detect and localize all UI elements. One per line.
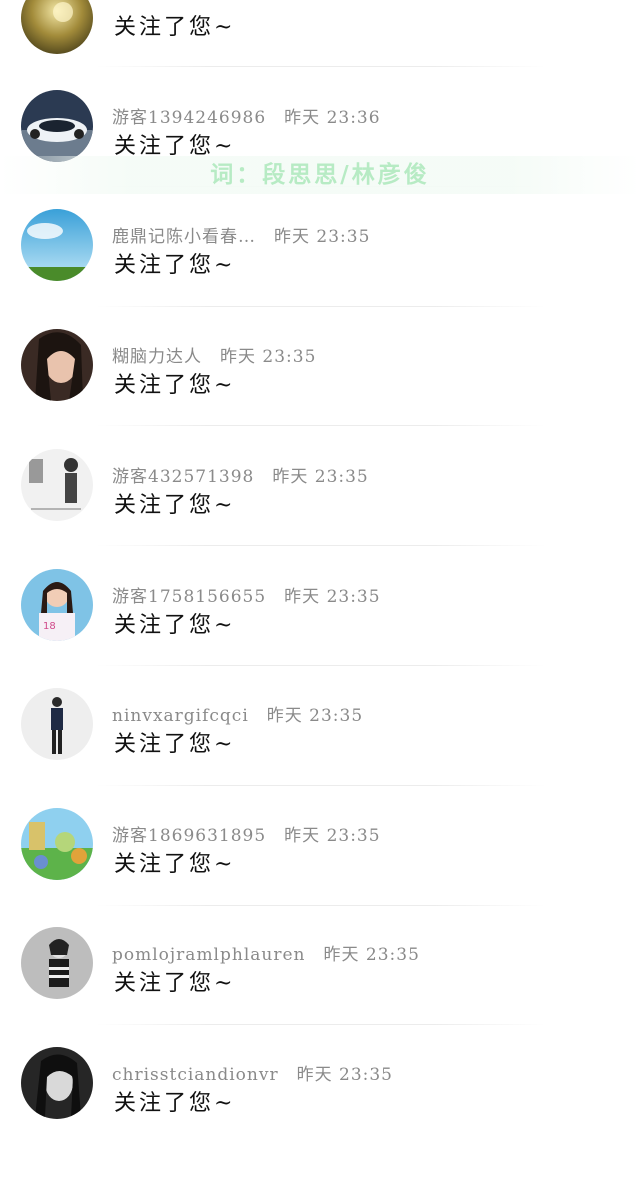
message-text: 关注了您~ xyxy=(114,852,236,877)
list-item[interactable]: 关注了您~ xyxy=(0,0,640,54)
divider xyxy=(96,545,546,546)
avatar[interactable] xyxy=(21,808,93,880)
avatar-image xyxy=(21,90,93,162)
username[interactable]: 游客1758156655 xyxy=(112,587,266,607)
avatar-image: 18 xyxy=(21,569,93,641)
divider xyxy=(96,306,546,307)
avatar-image xyxy=(21,808,93,880)
message-text: 关注了您~ xyxy=(114,1091,236,1116)
username[interactable]: 游客432571398 xyxy=(112,467,254,487)
list-item[interactable]: chrisstciandionvr 昨天 23:35 关注了您~ xyxy=(0,1047,640,1203)
avatar-image xyxy=(21,0,93,54)
svg-text:18: 18 xyxy=(43,621,56,632)
avatar-image xyxy=(21,449,93,521)
avatar[interactable]: 18 xyxy=(21,569,93,641)
divider xyxy=(96,785,546,786)
avatar[interactable] xyxy=(21,90,93,162)
notification-list: 关注了您~ 游客1394246986 昨天 23:36 关注了您~ 鹿鼎记陈小看… xyxy=(0,0,640,1139)
message-text: 关注了您~ xyxy=(114,15,236,40)
timestamp: 昨天 23:35 xyxy=(272,467,369,487)
avatar-image xyxy=(21,209,93,281)
comment-meta: 游客1758156655 昨天 23:35 xyxy=(112,582,381,607)
comment-meta: 游客1394246986 昨天 23:36 xyxy=(112,103,381,128)
avatar-image xyxy=(21,1047,93,1119)
divider xyxy=(96,665,546,666)
username[interactable]: chrisstciandionvr xyxy=(112,1065,279,1085)
comment-meta: pomlojramlphlauren 昨天 23:35 xyxy=(112,940,420,965)
username[interactable]: 糊脑力达人 xyxy=(112,347,202,367)
avatar-image xyxy=(21,329,93,401)
timestamp: 昨天 23:35 xyxy=(266,706,364,726)
username[interactable]: 游客1394246986 xyxy=(112,108,266,128)
divider xyxy=(96,1024,546,1025)
list-item[interactable]: 鹿鼎记陈小看春… 昨天 23:35 关注了您~ xyxy=(0,209,640,365)
avatar-image xyxy=(21,927,93,999)
avatar[interactable] xyxy=(21,1047,93,1119)
avatar[interactable] xyxy=(21,688,93,760)
timestamp: 昨天 23:35 xyxy=(274,227,371,247)
avatar[interactable] xyxy=(21,0,93,54)
message-text: 关注了您~ xyxy=(114,373,236,398)
timestamp: 昨天 23:35 xyxy=(284,826,381,846)
timestamp: 昨天 23:36 xyxy=(284,108,381,128)
avatar[interactable] xyxy=(21,927,93,999)
username[interactable]: 游客1869631895 xyxy=(112,826,266,846)
message-text: 关注了您~ xyxy=(114,613,236,638)
message-text: 关注了您~ xyxy=(114,971,236,996)
comment-meta: 游客1869631895 昨天 23:35 xyxy=(112,821,381,846)
divider xyxy=(96,186,546,187)
comment-meta: chrisstciandionvr 昨天 23:35 xyxy=(112,1060,393,1085)
avatar[interactable] xyxy=(21,449,93,521)
comment-meta: 鹿鼎记陈小看春… 昨天 23:35 xyxy=(112,222,370,247)
message-text: 关注了您~ xyxy=(114,493,236,518)
divider xyxy=(96,425,546,426)
divider xyxy=(96,905,546,906)
username[interactable]: pomlojramlphlauren xyxy=(112,945,306,965)
timestamp: 昨天 23:35 xyxy=(284,587,381,607)
timestamp: 昨天 23:35 xyxy=(220,347,317,367)
avatar[interactable] xyxy=(21,209,93,281)
username[interactable]: 鹿鼎记陈小看春… xyxy=(112,227,256,247)
avatar-image xyxy=(21,688,93,760)
message-text: 关注了您~ xyxy=(114,253,236,278)
comment-meta: ninvxargifcqci 昨天 23:35 xyxy=(112,701,363,726)
timestamp: 昨天 23:35 xyxy=(296,1065,393,1085)
comment-meta: 糊脑力达人 昨天 23:35 xyxy=(112,342,316,367)
message-text: 关注了您~ xyxy=(114,732,236,757)
divider xyxy=(96,66,546,67)
comment-meta: 游客432571398 昨天 23:35 xyxy=(112,462,369,487)
avatar[interactable] xyxy=(21,329,93,401)
timestamp: 昨天 23:35 xyxy=(323,945,420,965)
username[interactable]: ninvxargifcqci xyxy=(112,706,249,726)
message-text: 关注了您~ xyxy=(114,134,236,159)
